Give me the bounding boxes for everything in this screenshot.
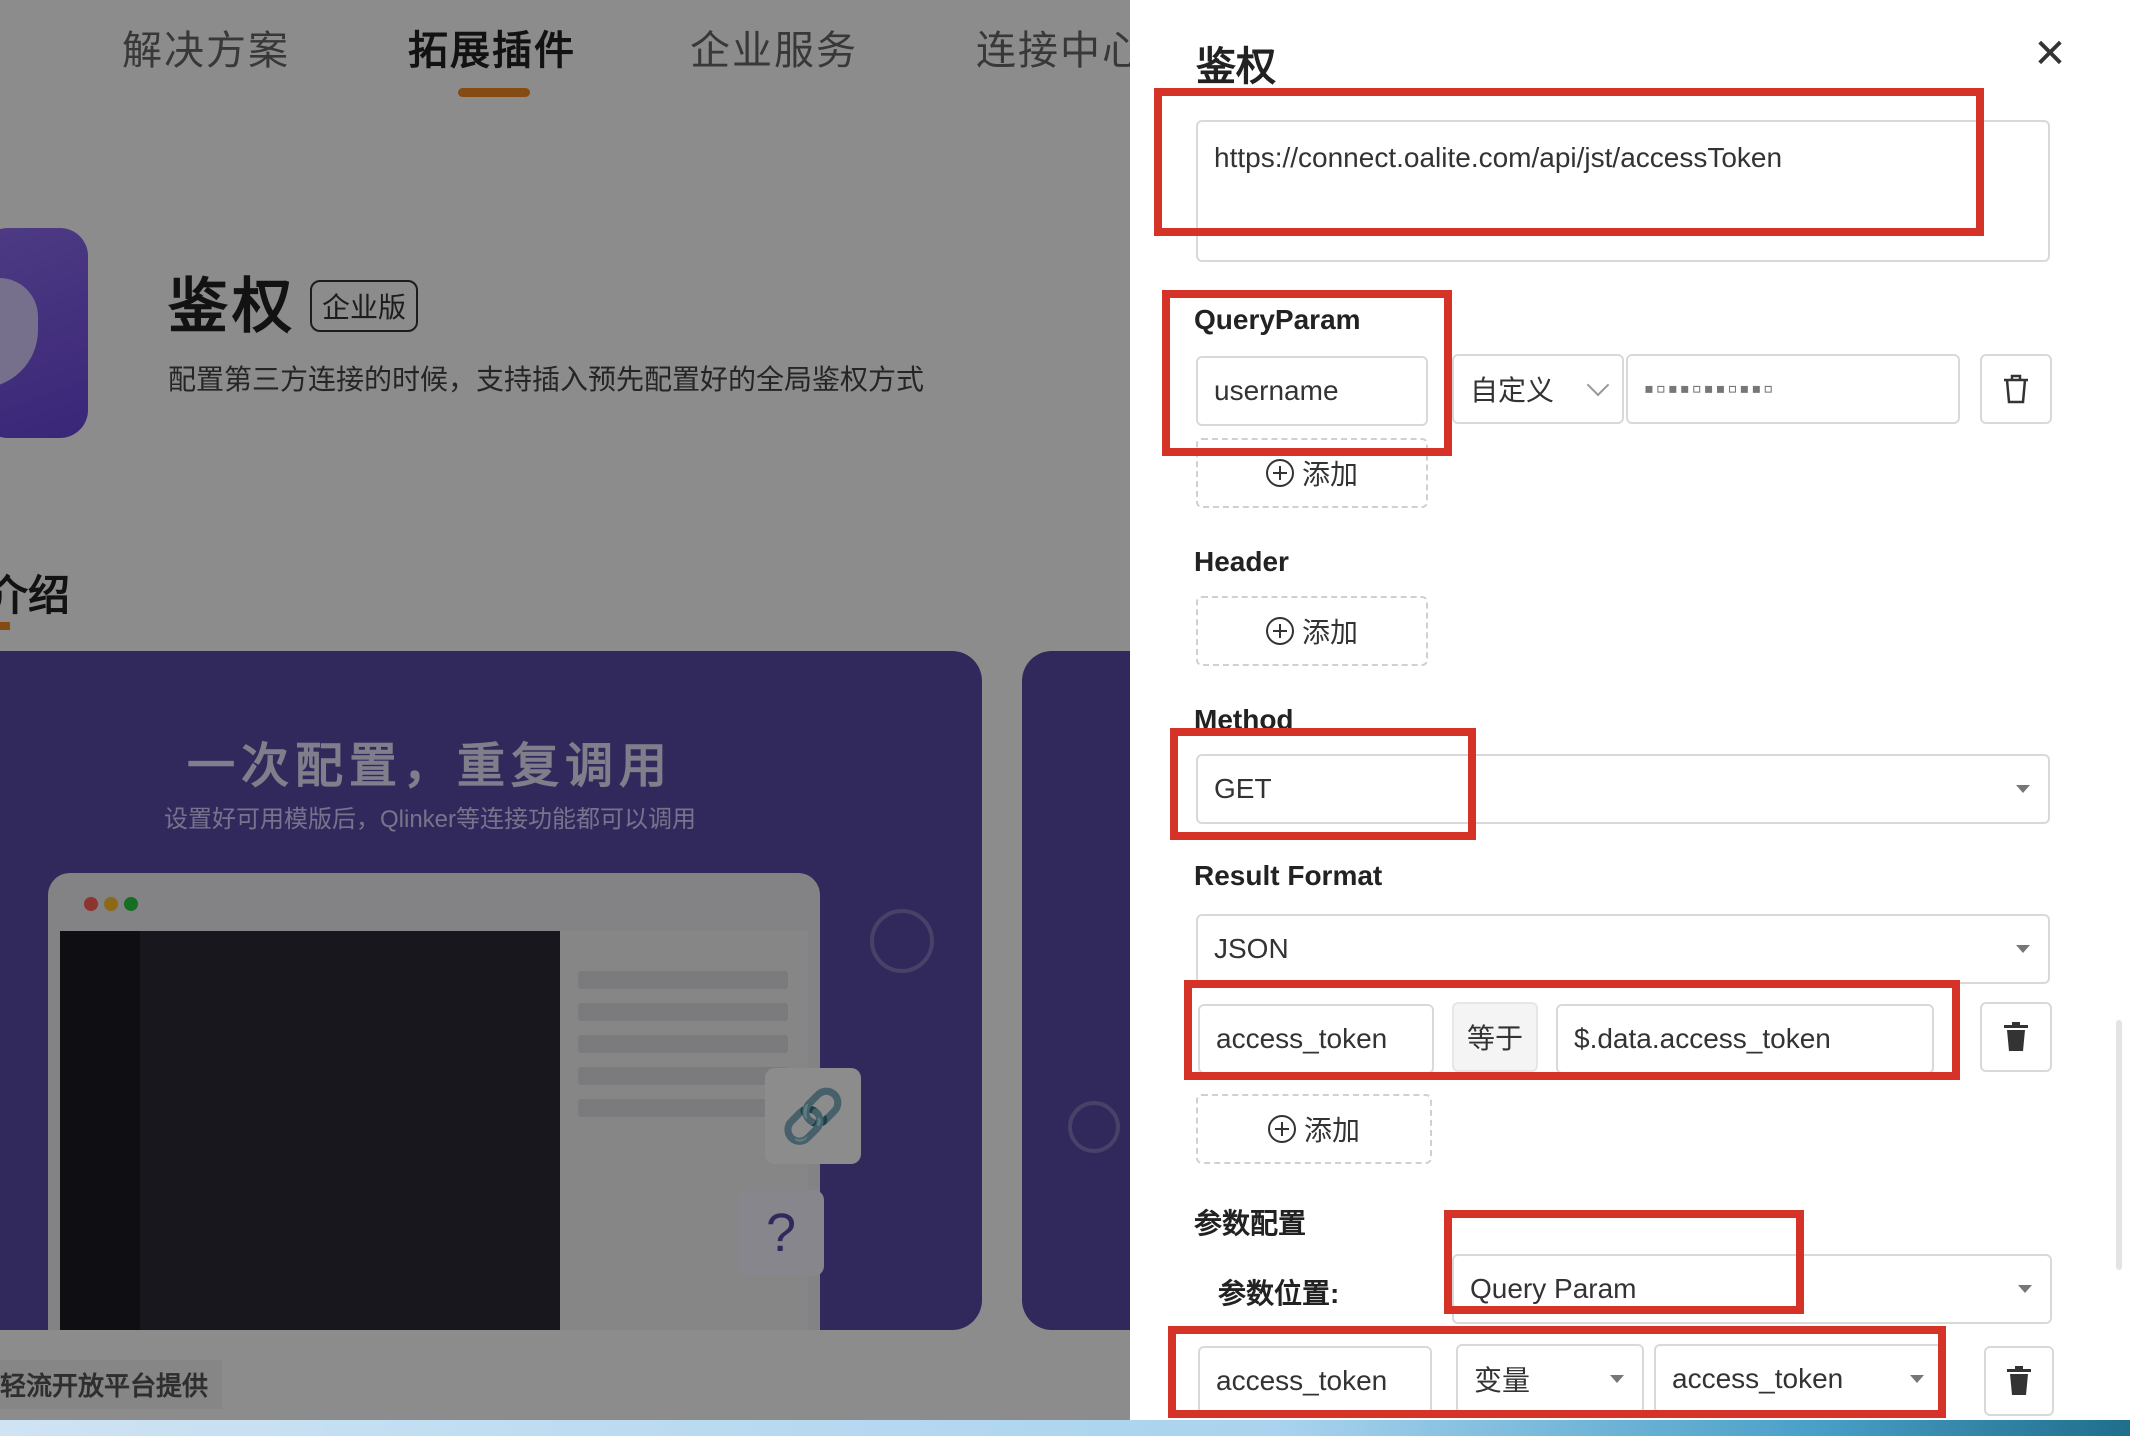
- add-label: 添加: [1303, 1115, 1360, 1146]
- result-format-label: Result Format: [1194, 860, 1383, 891]
- close-icon[interactable]: ✕: [2028, 32, 2072, 76]
- masked-value: ▪▫▪▪▫▪▪▫▪▪▫: [1644, 373, 1776, 404]
- queryparam-label: QueryParam: [1194, 304, 1361, 335]
- result-format-select[interactable]: JSON: [1196, 914, 2050, 984]
- os-dock: [0, 1420, 2130, 1436]
- param-location-select[interactable]: Query Param: [1452, 1254, 2052, 1324]
- delete-param-button[interactable]: [1984, 1346, 2054, 1416]
- trash-icon: [2004, 374, 2028, 404]
- queryparam-value-input[interactable]: ▪▫▪▪▫▪▪▫▪▪▫: [1626, 354, 1960, 424]
- method-select[interactable]: GET: [1196, 754, 2050, 824]
- url-textarea[interactable]: https://connect.oalite.com/api/jst/acces…: [1196, 120, 2050, 262]
- queryparam-key-input[interactable]: username: [1196, 356, 1428, 426]
- param-location-value: Query Param: [1470, 1273, 1637, 1304]
- add-label: 添加: [1301, 617, 1358, 648]
- param-variable-select[interactable]: access_token: [1654, 1344, 1944, 1414]
- trash-icon: [2004, 1022, 2028, 1051]
- delete-queryparam-button[interactable]: [1980, 354, 2052, 424]
- caret-down-icon: [2016, 785, 2030, 793]
- delete-result-button[interactable]: [1980, 1002, 2052, 1072]
- plus-circle-icon: [1265, 617, 1294, 645]
- result-format-value: JSON: [1214, 933, 1289, 964]
- param-key-input[interactable]: access_token: [1198, 1346, 1432, 1416]
- operator-label: 等于: [1452, 1002, 1538, 1072]
- header-label: Header: [1194, 546, 1289, 577]
- add-header-button[interactable]: 添加: [1196, 596, 1428, 666]
- background-page: 解决方案 拓展插件 企业服务 连接中心 鉴权 企业版 配置第三方连接的时候，支持…: [0, 0, 1130, 1420]
- trash-icon: [2007, 1366, 2031, 1395]
- auth-drawer: 鉴权 ✕ https://connect.oalite.com/api/jst/…: [1130, 0, 2130, 1420]
- add-queryparam-button[interactable]: 添加: [1196, 438, 1428, 508]
- param-type-select[interactable]: 变量: [1456, 1344, 1644, 1414]
- queryparam-type-select[interactable]: 自定义: [1452, 354, 1624, 424]
- param-location-label: 参数位置:: [1218, 1278, 1340, 1309]
- modal-overlay[interactable]: [0, 0, 1130, 1420]
- result-path-input[interactable]: $.data.access_token: [1556, 1004, 1934, 1074]
- param-variable-value: access_token: [1672, 1363, 1844, 1394]
- result-key-input[interactable]: access_token: [1198, 1004, 1434, 1074]
- queryparam-type-value: 自定义: [1470, 375, 1555, 406]
- chevron-down-icon: [1586, 373, 1610, 397]
- add-result-button[interactable]: 添加: [1196, 1094, 1432, 1164]
- param-type-value: 变量: [1474, 1365, 1531, 1396]
- method-value: GET: [1214, 773, 1272, 804]
- caret-down-icon: [1610, 1375, 1624, 1383]
- add-label: 添加: [1301, 459, 1358, 490]
- caret-down-icon: [2016, 945, 2030, 953]
- caret-down-icon: [1910, 1375, 1924, 1383]
- method-label: Method: [1194, 704, 1294, 735]
- param-config-label: 参数配置: [1194, 1208, 1307, 1239]
- plus-circle-icon: [1267, 1115, 1296, 1143]
- caret-down-icon: [2018, 1285, 2032, 1293]
- drawer-scrollbar[interactable]: [2116, 1020, 2122, 1270]
- plus-circle-icon: [1265, 459, 1294, 487]
- drawer-title: 鉴权: [1196, 45, 1276, 89]
